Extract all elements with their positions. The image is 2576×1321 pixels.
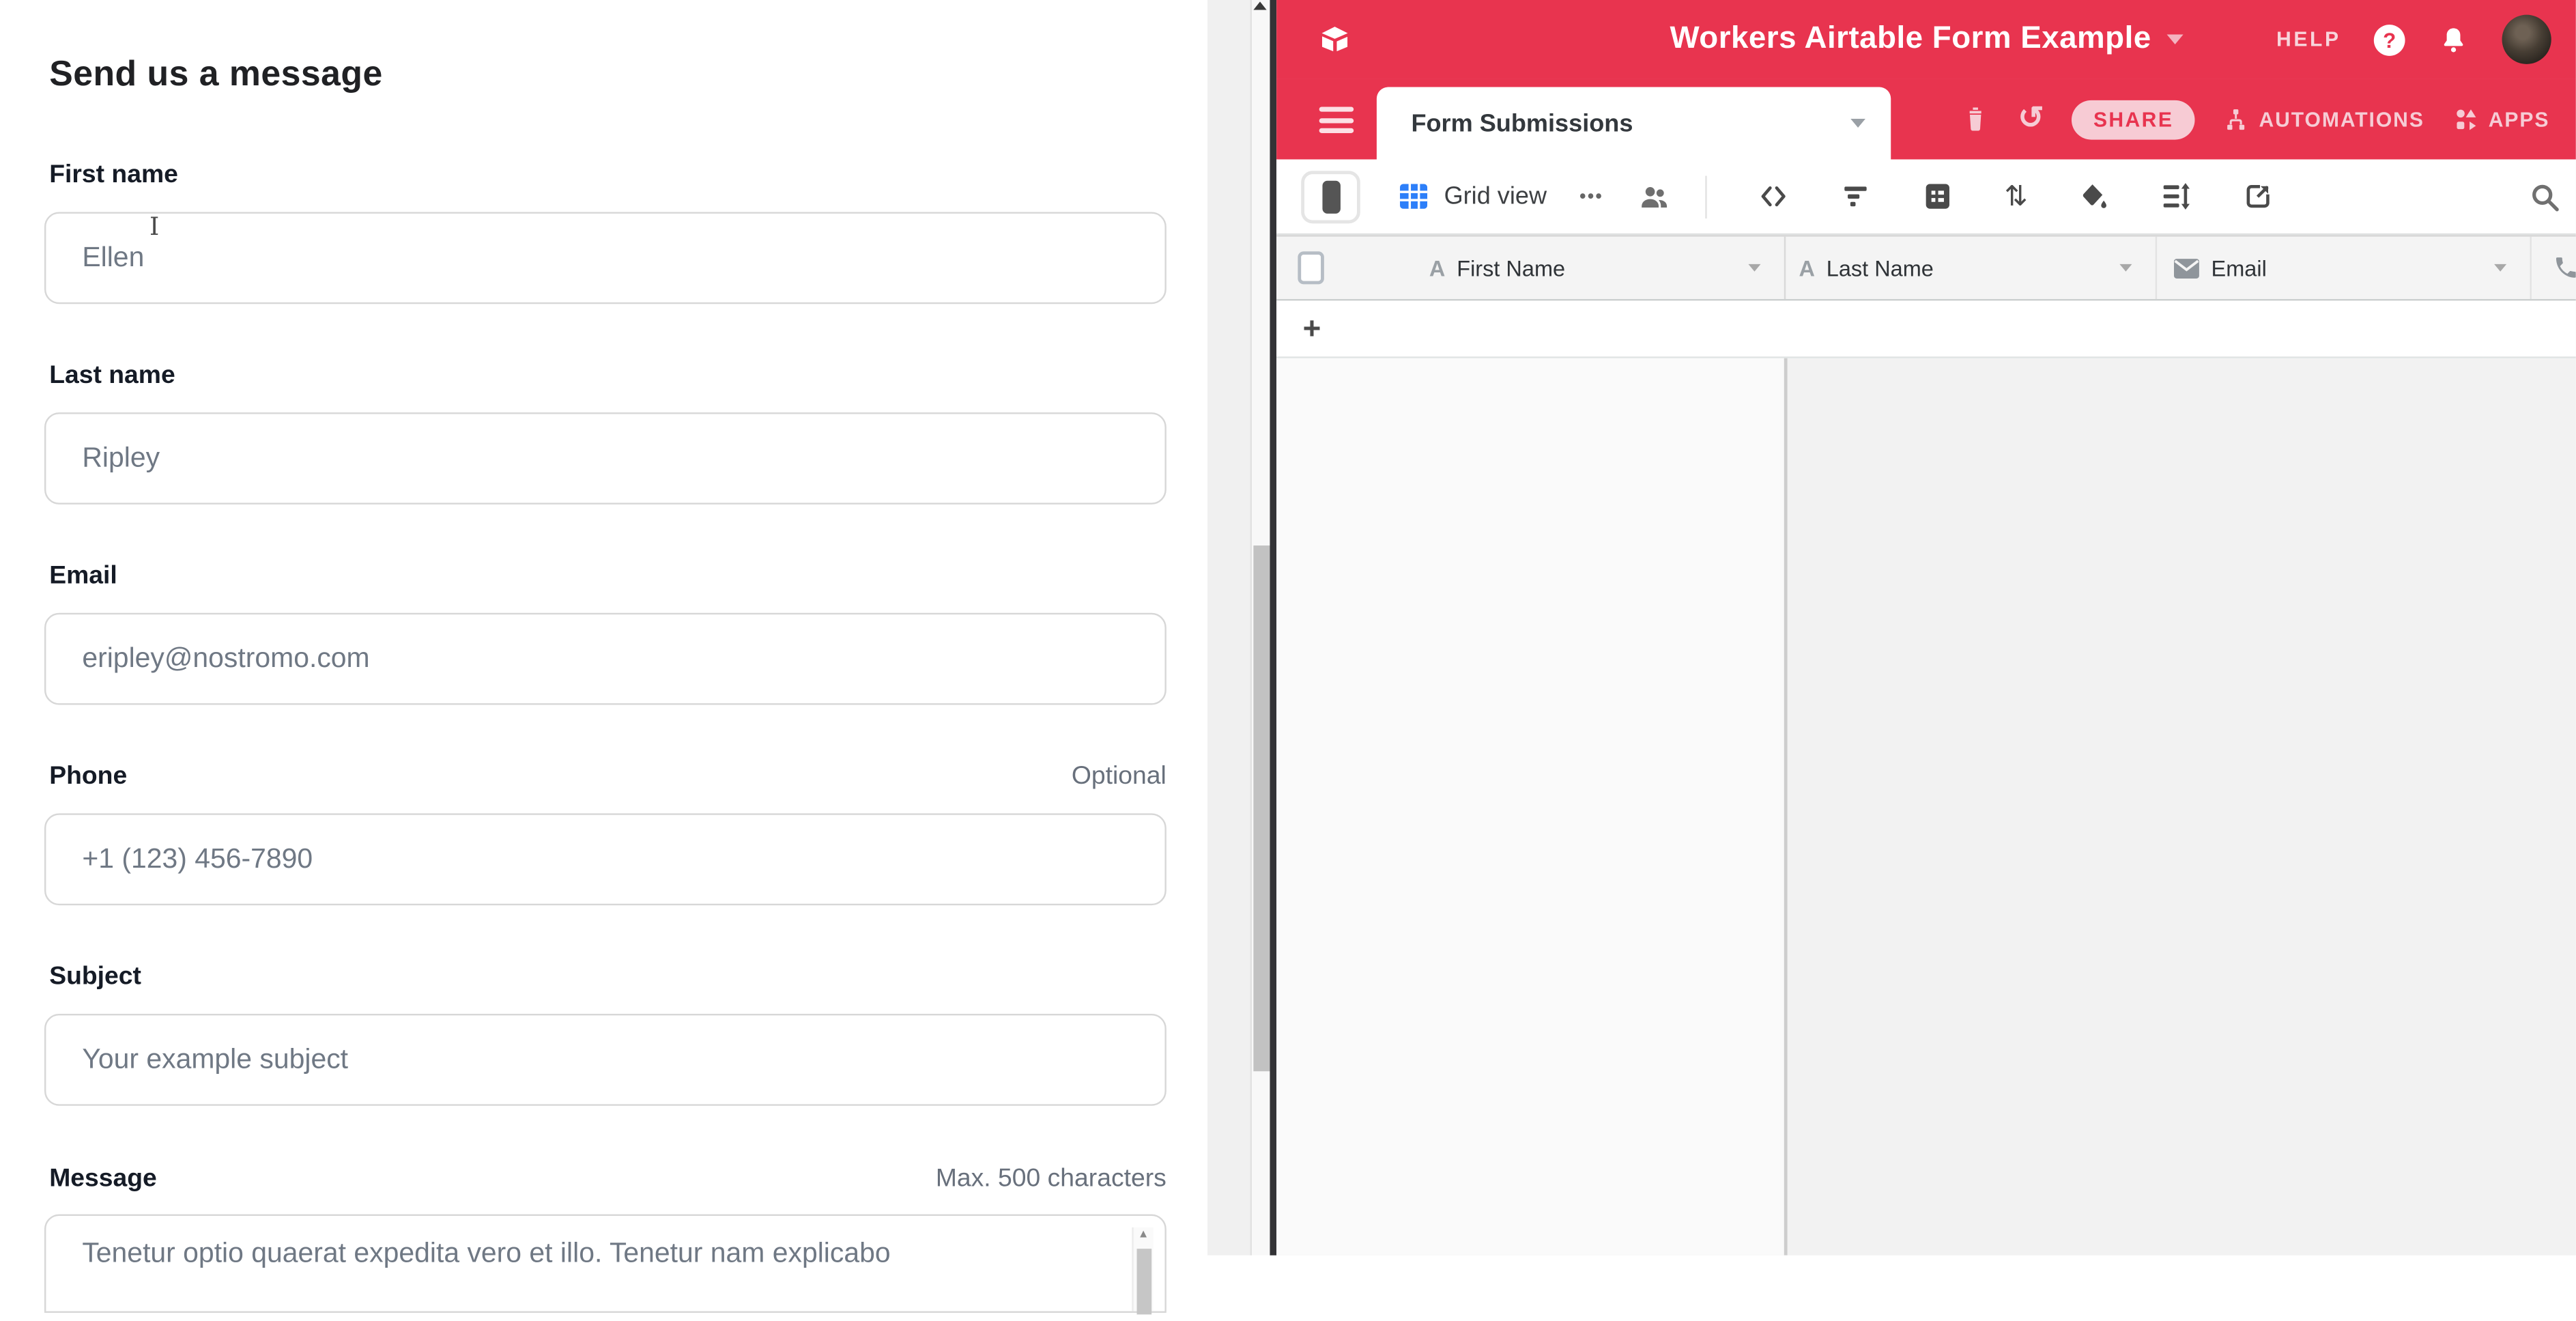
user-avatar[interactable] xyxy=(2502,15,2551,64)
grid-body xyxy=(1276,358,2576,1255)
toolbar-divider xyxy=(1705,175,1706,218)
contact-form-page: Send us a message First name I Last name… xyxy=(0,0,1207,1255)
add-record-row[interactable]: + xyxy=(1276,300,2576,358)
email-label: Email xyxy=(49,562,117,591)
apps-button[interactable]: APPS xyxy=(2452,106,2550,132)
help-question-icon[interactable]: ? xyxy=(2374,24,2405,55)
phone-optional-hint: Optional xyxy=(1072,763,1167,792)
email-icon xyxy=(2173,257,2200,279)
collaborators-icon[interactable] xyxy=(1638,180,1671,213)
panel-toggle-icon xyxy=(1321,180,1339,213)
message-maxchars-hint: Max. 500 characters xyxy=(936,1165,1167,1194)
window-divider xyxy=(1270,0,1276,1255)
single-line-text-icon: A xyxy=(1799,255,1814,280)
row-height-icon[interactable] xyxy=(2161,181,2192,212)
chevron-down-icon[interactable] xyxy=(2494,264,2506,272)
first-name-input[interactable] xyxy=(44,212,1167,304)
sort-icon[interactable]: ⇅ xyxy=(2004,182,2027,210)
message-field-wrap: ▲ xyxy=(44,1215,1167,1313)
history-icon[interactable]: ↺ xyxy=(2018,104,2044,135)
airtable-tabbar: Form Submissions ↺ SHARE xyxy=(1276,79,2576,160)
chevron-down-icon[interactable] xyxy=(1748,264,1760,272)
color-icon[interactable] xyxy=(2078,181,2110,212)
base-title: Workers Airtable Form Example xyxy=(1670,21,2151,57)
airtable-window: Workers Airtable Form Example HELP ? For… xyxy=(1276,0,2576,1255)
group-icon[interactable] xyxy=(1922,181,1954,212)
apps-label: APPS xyxy=(2489,108,2550,131)
grid-body-primary-column xyxy=(1276,358,1788,1255)
scroll-up-icon[interactable]: ▲ xyxy=(1135,1229,1151,1240)
text-cursor-icon: I xyxy=(149,212,159,241)
automations-label: AUTOMATIONS xyxy=(2259,108,2424,131)
message-input[interactable] xyxy=(44,1215,1167,1313)
last-name-input[interactable] xyxy=(44,412,1167,505)
first-name-label: First name xyxy=(49,161,178,190)
grid-view-icon xyxy=(1398,181,1429,212)
plus-icon[interactable]: + xyxy=(1303,313,1321,344)
tab-form-submissions[interactable]: Form Submissions xyxy=(1377,87,1891,160)
view-more-icon[interactable]: ••• xyxy=(1579,186,1603,206)
search-icon[interactable] xyxy=(2528,180,2561,213)
table-tab-label: Form Submissions xyxy=(1411,109,1633,137)
airtable-viewbar: Grid view ••• xyxy=(1276,159,2576,235)
phone-icon xyxy=(2553,255,2576,281)
single-line-text-icon: A xyxy=(1429,255,1445,280)
view-sidebar-toggle[interactable] xyxy=(1301,170,1360,223)
scrollbar-up-arrow-icon[interactable] xyxy=(1253,1,1266,10)
view-name[interactable]: Grid view xyxy=(1444,182,1547,210)
hide-fields-icon[interactable] xyxy=(1758,181,1789,212)
subject-input[interactable] xyxy=(44,1014,1167,1106)
email-input[interactable] xyxy=(44,613,1167,705)
grid-header-row: A First Name A Last Name Email xyxy=(1276,235,2576,300)
page-title: Send us a message xyxy=(49,54,383,95)
phone-label: Phone xyxy=(49,763,127,792)
column-header-email[interactable]: Email xyxy=(2157,237,2532,299)
page-gutter xyxy=(1207,0,1250,1255)
notifications-bell-icon[interactable] xyxy=(2438,24,2470,55)
airtable-titlebar: Workers Airtable Form Example HELP ? xyxy=(1276,0,2576,79)
help-button[interactable]: HELP xyxy=(2276,28,2341,51)
automations-button[interactable]: AUTOMATIONS xyxy=(2223,106,2424,132)
column-header-first-name[interactable]: A First Name xyxy=(1276,237,1786,299)
screen: Send us a message First name I Last name… xyxy=(0,0,2576,1255)
message-label: Message xyxy=(49,1165,157,1194)
subject-label: Subject xyxy=(49,963,141,992)
chevron-down-icon[interactable] xyxy=(2119,264,2132,272)
message-scrollbar-thumb[interactable] xyxy=(1136,1249,1151,1314)
last-name-label: Last name xyxy=(49,361,175,390)
trash-icon[interactable] xyxy=(1962,105,1990,133)
filter-icon[interactable] xyxy=(1840,181,1872,212)
column-header-last-name[interactable]: A Last Name xyxy=(1786,237,2157,299)
message-scrollbar[interactable]: ▲ xyxy=(1132,1227,1153,1311)
select-all-checkbox[interactable] xyxy=(1298,251,1324,284)
chevron-down-icon xyxy=(2166,35,2182,44)
phone-input[interactable] xyxy=(44,813,1167,905)
share-button[interactable]: SHARE xyxy=(2072,100,2195,139)
chevron-down-icon xyxy=(1850,119,1865,128)
menu-icon[interactable] xyxy=(1319,106,1354,133)
column-header-phone[interactable]: Phone xyxy=(2532,237,2576,299)
share-view-icon[interactable] xyxy=(2243,181,2274,212)
page-scrollbar-thumb[interactable] xyxy=(1253,545,1269,1071)
